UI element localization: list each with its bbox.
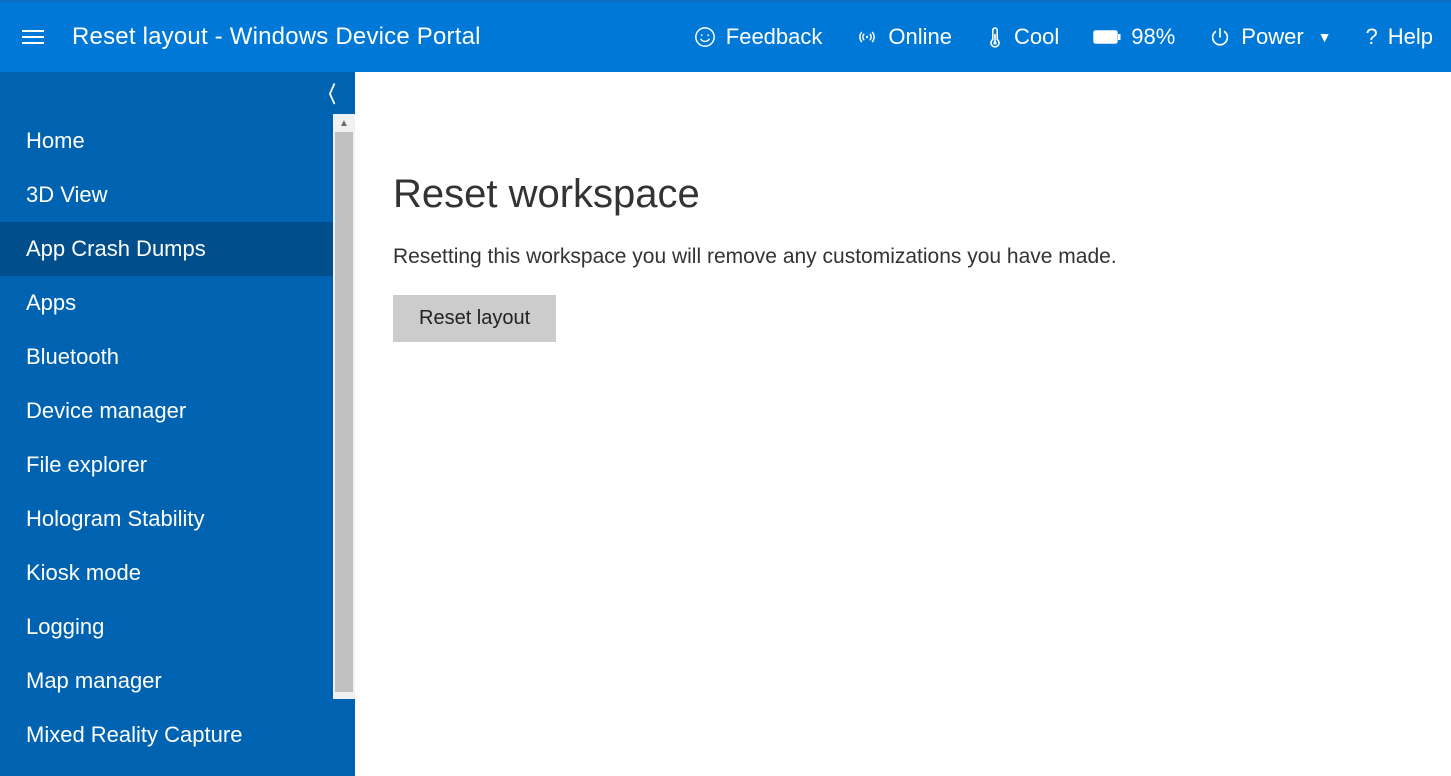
main-description: Resetting this workspace you will remove… (393, 245, 1451, 269)
sidebar-item-label: Kiosk mode (26, 560, 141, 585)
sidebar-item-label: Logging (26, 614, 104, 639)
reset-layout-button[interactable]: Reset layout (393, 295, 556, 342)
battery-icon (1093, 29, 1121, 45)
question-icon: ? (1366, 24, 1378, 50)
sidebar-item-label: Apps (26, 290, 76, 315)
sidebar-item-label: Mixed Reality Capture (26, 722, 242, 747)
sidebar-item-label: Bluetooth (26, 344, 119, 369)
sidebar-item-bluetooth[interactable]: Bluetooth (0, 330, 355, 384)
sidebar-item-label: Map manager (26, 668, 162, 693)
broadcast-icon (856, 26, 878, 48)
sidebar-item-hologram-stability[interactable]: Hologram Stability (0, 492, 355, 546)
hamburger-menu-icon[interactable] (22, 30, 44, 44)
power-icon (1209, 26, 1231, 48)
main-heading: Reset workspace (393, 172, 1451, 217)
sidebar-item-apps[interactable]: Apps (0, 276, 355, 330)
sidebar-item-label: Home (26, 128, 85, 153)
sidebar-item-label: 3D View (26, 182, 108, 207)
battery-label: 98% (1131, 24, 1175, 50)
temperature-status[interactable]: Cool (986, 24, 1059, 50)
feedback-button[interactable]: Feedback (694, 24, 823, 50)
sidebar-scrollbar[interactable]: ▲ (333, 114, 355, 699)
help-button[interactable]: ? Help (1366, 24, 1434, 50)
scroll-thumb[interactable] (335, 132, 353, 692)
sidebar-nav: Home 3D View App Crash Dumps Apps Bluetooth D… (0, 114, 355, 762)
top-bar: Reset layout - Windows Device Portal Fee… (0, 0, 1451, 72)
power-label: Power (1241, 24, 1303, 50)
sidebar-item-label: Device manager (26, 398, 186, 423)
sidebar-item-label: App Crash Dumps (26, 236, 206, 261)
online-status[interactable]: Online (856, 24, 952, 50)
sidebar-item-kiosk-mode[interactable]: Kiosk mode (0, 546, 355, 600)
sidebar-item-map-manager[interactable]: Map manager (0, 654, 355, 708)
sidebar-item-file-explorer[interactable]: File explorer (0, 438, 355, 492)
sidebar-item-label: Hologram Stability (26, 506, 205, 531)
scroll-track[interactable] (333, 132, 355, 699)
online-label: Online (888, 24, 952, 50)
sidebar-item-mixed-reality-capture[interactable]: Mixed Reality Capture (0, 708, 355, 762)
sidebar-item-label: File explorer (26, 452, 147, 477)
feedback-label: Feedback (726, 24, 823, 50)
help-label: Help (1388, 24, 1433, 50)
temperature-label: Cool (1014, 24, 1059, 50)
sidebar-item-device-manager[interactable]: Device manager (0, 384, 355, 438)
sidebar-collapse-button[interactable]: 〈 (0, 72, 355, 114)
scroll-up-arrow-icon[interactable]: ▲ (333, 114, 355, 132)
sidebar-item-home[interactable]: Home (0, 114, 355, 168)
smiley-icon (694, 26, 716, 48)
battery-status[interactable]: 98% (1093, 24, 1175, 50)
status-group: Feedback Online Cool 98% (694, 24, 1433, 50)
power-menu[interactable]: Power ▼ (1209, 24, 1331, 50)
sidebar-item-app-crash-dumps[interactable]: App Crash Dumps (0, 222, 355, 276)
sidebar-item-logging[interactable]: Logging (0, 600, 355, 654)
thermometer-icon (986, 25, 1004, 49)
sidebar-item-3d-view[interactable]: 3D View (0, 168, 355, 222)
sidebar: 〈 Home 3D View App Crash Dumps Apps Bluetoot… (0, 72, 355, 776)
chevron-down-icon: ▼ (1318, 29, 1332, 45)
chevron-left-icon: 〈 (320, 77, 335, 109)
main-content: Reset workspace Resetting this workspace… (355, 72, 1451, 776)
page-title: Reset layout - Windows Device Portal (72, 23, 481, 51)
